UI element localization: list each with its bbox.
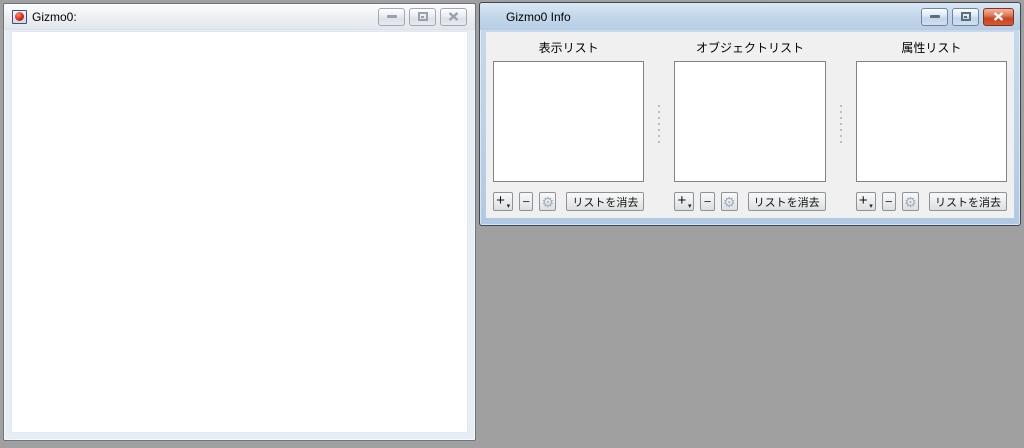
gizmo-info-client: 表示リスト + ▾ − ⚙ リストを消去 オブジェクトリスト + ▾ − ⚙ リ…: [486, 32, 1014, 218]
close-button[interactable]: [440, 7, 467, 26]
plus-icon: +: [496, 192, 505, 209]
close-button[interactable]: [983, 7, 1014, 26]
dropdown-arrow-icon: ▾: [687, 203, 692, 210]
gizmo-info-titlebar[interactable]: Gizmo0 Info: [480, 3, 1020, 30]
button-row: + ▾ − ⚙ リストを消去: [855, 192, 1007, 211]
maximize-button[interactable]: [952, 7, 979, 26]
button-row: + ▾ − ⚙ リストを消去: [493, 192, 645, 211]
minimize-icon: [386, 15, 397, 18]
gear-icon: ⚙: [722, 193, 736, 210]
dropdown-arrow-icon: ▾: [506, 203, 511, 210]
add-button[interactable]: + ▾: [493, 192, 514, 211]
panel-separator-handle[interactable]: [651, 32, 667, 218]
plus-icon: +: [677, 192, 687, 209]
remove-button[interactable]: −: [700, 192, 715, 211]
attribute-listbox[interactable]: [855, 61, 1007, 182]
desktop: Gizmo0: Gizmo0 Info 表示リスト + ▾ − ⚙ リストを消去…: [0, 0, 1024, 448]
gear-icon: ⚙: [904, 193, 917, 210]
minimize-icon: [929, 15, 940, 18]
gizmo-window-title: Gizmo0:: [32, 9, 77, 24]
remove-button[interactable]: −: [881, 192, 896, 211]
red-sphere-icon: [15, 12, 24, 21]
plus-icon: +: [858, 192, 868, 209]
minimize-button[interactable]: [378, 7, 405, 26]
settings-button[interactable]: ⚙: [720, 192, 738, 211]
gizmo-window-titlebar[interactable]: Gizmo0:: [4, 4, 475, 30]
clear-list-button[interactable]: リストを消去: [566, 192, 645, 211]
dropdown-arrow-icon: ▾: [869, 203, 873, 210]
gizmo-info-window: Gizmo0 Info 表示リスト + ▾ − ⚙ リストを消去 オブジェクトリ…: [479, 2, 1021, 226]
button-row: + ▾ − ⚙ リストを消去: [674, 192, 826, 211]
add-button[interactable]: + ▾: [674, 192, 695, 211]
gear-icon: ⚙: [541, 193, 555, 210]
object-listbox[interactable]: [674, 61, 826, 182]
gizmo-app-icon: [12, 9, 27, 24]
attribute-list-panel: 属性リスト + ▾ − ⚙ リストを消去: [849, 32, 1014, 218]
display-list-panel: 表示リスト + ▾ − ⚙ リストを消去: [486, 32, 651, 218]
gizmo-3d-canvas[interactable]: [11, 31, 468, 433]
gizmo-info-title: Gizmo0 Info: [506, 9, 571, 24]
panel-label: 属性リスト: [901, 41, 962, 55]
minus-icon: −: [522, 193, 530, 209]
maximize-icon: [960, 12, 971, 21]
display-listbox[interactable]: [493, 61, 645, 182]
gizmo-window: Gizmo0:: [3, 3, 476, 441]
minus-icon: −: [885, 193, 893, 209]
remove-button[interactable]: −: [519, 192, 534, 211]
clear-list-button[interactable]: リストを消去: [928, 192, 1007, 211]
object-list-panel: オブジェクトリスト + ▾ − ⚙ リストを消去: [667, 32, 832, 218]
panel-label: オブジェクトリスト: [695, 41, 804, 55]
settings-button[interactable]: ⚙: [901, 192, 919, 211]
settings-button[interactable]: ⚙: [539, 192, 557, 211]
minimize-button[interactable]: [921, 7, 948, 26]
maximize-button[interactable]: [409, 7, 436, 26]
close-icon: [448, 12, 459, 21]
window-controls: [378, 7, 467, 26]
close-icon: [993, 12, 1004, 21]
maximize-icon: [417, 12, 428, 21]
panel-label: 表示リスト: [538, 41, 599, 55]
dotted-grip-icon: [658, 105, 661, 145]
minus-icon: −: [703, 193, 712, 209]
panel-separator-handle[interactable]: [833, 32, 849, 218]
add-button[interactable]: + ▾: [855, 192, 876, 211]
clear-list-button[interactable]: リストを消去: [747, 192, 826, 211]
window-controls: [921, 7, 1014, 26]
dotted-grip-icon: [839, 105, 842, 145]
